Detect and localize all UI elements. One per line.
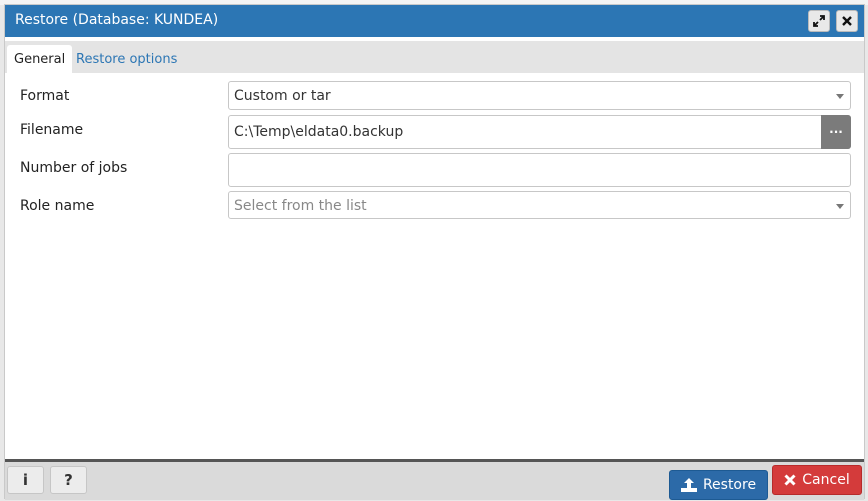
role-select[interactable]: Select from the list [228, 191, 851, 219]
expand-arrows-icon [813, 15, 825, 27]
role-placeholder: Select from the list [234, 198, 367, 214]
restore-button[interactable]: Restore [669, 470, 768, 500]
chevron-down-icon [836, 204, 844, 209]
restore-label: Restore [702, 477, 757, 493]
restore-dialog: Restore (Database: KUNDEA) General Resto… [4, 4, 865, 500]
close-icon [784, 474, 796, 486]
ellipsis-icon: ··· [829, 125, 843, 139]
dialog-footer: i ? Restore Cancel [5, 459, 864, 500]
filename-input[interactable]: C:\Temp\eldata0.backup ··· [228, 115, 851, 149]
upload-icon [680, 478, 697, 492]
format-label: Format [20, 88, 70, 104]
filename-label: Filename [20, 122, 84, 138]
maximize-button[interactable] [808, 10, 830, 32]
close-button[interactable] [836, 10, 858, 32]
info-button[interactable]: i [7, 466, 44, 494]
dialog-title: Restore (Database: KUNDEA) [15, 12, 219, 28]
dialog-titlebar[interactable]: Restore (Database: KUNDEA) [5, 5, 864, 37]
jobs-label: Number of jobs [20, 160, 128, 176]
help-icon: ? [64, 471, 73, 489]
close-icon [842, 16, 852, 26]
tab-general[interactable]: General [7, 45, 73, 73]
browse-button[interactable]: ··· [821, 115, 851, 149]
format-select[interactable]: Custom or tar [228, 81, 851, 110]
tab-bar: General Restore options [5, 41, 864, 73]
cancel-label: Cancel [802, 472, 850, 488]
info-icon: i [22, 471, 29, 489]
help-button[interactable]: ? [50, 466, 87, 494]
jobs-input[interactable] [228, 153, 851, 187]
format-value: Custom or tar [234, 88, 331, 104]
chevron-down-icon [836, 94, 844, 99]
filename-value: C:\Temp\eldata0.backup [234, 124, 404, 140]
role-label: Role name [20, 198, 95, 214]
cancel-button[interactable]: Cancel [772, 465, 862, 495]
tab-restore-options[interactable]: Restore options [69, 45, 184, 73]
